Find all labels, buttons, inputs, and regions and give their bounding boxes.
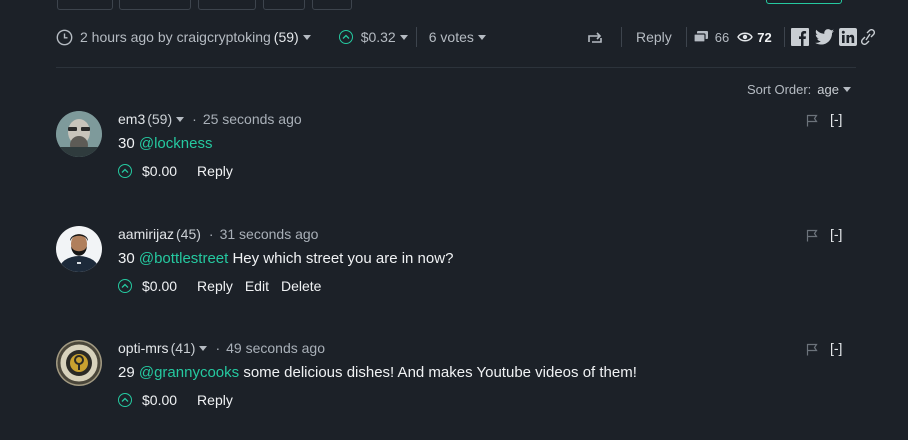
avatar[interactable]: [56, 111, 102, 157]
comments-icon[interactable]: [693, 30, 709, 44]
comment-body: 29 @grannycooks some delicious dishes! A…: [118, 364, 637, 381]
divider: [783, 27, 785, 47]
chevron-down-icon[interactable]: [302, 34, 311, 40]
delete-link[interactable]: Delete: [281, 278, 321, 294]
post-votes[interactable]: 6 votes: [429, 29, 474, 45]
comment-author[interactable]: aamirijaz: [118, 226, 174, 242]
avatar[interactable]: [56, 340, 102, 386]
views-count: 72: [757, 29, 772, 45]
comment-time[interactable]: 31 seconds ago: [220, 226, 319, 242]
flag-icon[interactable]: [806, 114, 818, 132]
mention-link[interactable]: @lockness: [139, 135, 213, 152]
comment-header: opti-mrs (41) · 49 seconds ago: [118, 340, 325, 356]
comment-body: 30 @bottlestreet Hey which street you ar…: [118, 250, 453, 267]
comment-body: 30 @lockness: [118, 135, 212, 152]
upvote-icon[interactable]: [118, 393, 132, 407]
comment-time[interactable]: 25 seconds ago: [203, 111, 302, 127]
post-time: 2 hours ago by: [80, 29, 173, 45]
collapse-toggle[interactable]: [-]: [830, 111, 842, 127]
comment-author[interactable]: em3: [118, 111, 145, 127]
linkedin-icon[interactable]: [838, 28, 857, 46]
comment: aamirijaz (45) · 31 seconds ago 30 @bott…: [56, 226, 856, 326]
comment-footer: $0.00 Reply Edit Delete: [118, 278, 321, 294]
tag-button[interactable]: [263, 0, 305, 10]
eye-icon: [737, 31, 754, 43]
facebook-icon[interactable]: [790, 28, 809, 46]
post-payout[interactable]: $0.32: [361, 29, 396, 45]
collapse-toggle[interactable]: [-]: [830, 226, 842, 242]
comment-author-rep: (59): [147, 111, 173, 127]
link-icon[interactable]: [860, 29, 875, 45]
comment-author[interactable]: opti-mrs: [118, 340, 169, 356]
chevron-down-icon[interactable]: [176, 116, 185, 122]
post-reply-link[interactable]: Reply: [636, 29, 672, 45]
clock-icon: [56, 29, 73, 46]
twitter-icon[interactable]: [814, 29, 834, 45]
comment-footer: $0.00 Reply: [118, 163, 233, 179]
mention-link[interactable]: @bottlestreet: [139, 250, 228, 267]
tag-button[interactable]: [312, 0, 352, 10]
mention-link[interactable]: @grannycooks: [139, 364, 239, 381]
chevron-down-icon[interactable]: [843, 86, 851, 92]
comment-author-rep: (41): [170, 340, 196, 356]
separator-dot: ·: [192, 111, 197, 127]
divider: [415, 27, 417, 47]
divider: [685, 27, 687, 47]
edit-link[interactable]: Edit: [245, 278, 269, 294]
collapse-toggle[interactable]: [-]: [830, 340, 842, 356]
follow-button[interactable]: [766, 0, 842, 4]
post-meta-left: 2 hours ago by craigcryptoking (59) $0.3…: [56, 27, 486, 47]
section-divider: [56, 67, 856, 68]
sort-label: Sort Order:: [747, 81, 812, 97]
comment-number: 29: [118, 364, 135, 381]
comment-number: 30: [118, 250, 135, 267]
comment-number: 30: [118, 135, 135, 152]
chevron-down-icon[interactable]: [477, 34, 486, 40]
avatar[interactable]: [56, 226, 102, 272]
reply-link[interactable]: Reply: [197, 278, 233, 294]
flag-icon[interactable]: [806, 229, 818, 247]
chevron-down-icon[interactable]: [399, 34, 408, 40]
post-author-rep: (59): [273, 29, 299, 45]
comment-text: Hey which street you are in now?: [232, 250, 454, 267]
reblog-icon[interactable]: [587, 30, 603, 44]
comment-text: some delicious dishes! And makes Youtube…: [243, 364, 637, 381]
comment-header: aamirijaz (45) · 31 seconds ago: [118, 226, 318, 242]
comment-author-rep: (45): [176, 226, 201, 242]
upvote-icon[interactable]: [118, 279, 132, 293]
separator-dot: ·: [215, 340, 221, 356]
comment-header: em3 (59) · 25 seconds ago: [118, 111, 302, 127]
comment-payout[interactable]: $0.00: [142, 278, 177, 294]
sort-order[interactable]: Sort Order: age: [747, 80, 851, 98]
flag-icon[interactable]: [806, 343, 818, 361]
divider: [621, 27, 622, 47]
separator-dot: ·: [208, 226, 214, 242]
comment-footer: $0.00 Reply: [118, 392, 233, 408]
sort-value[interactable]: age: [817, 82, 839, 97]
comment-payout[interactable]: $0.00: [142, 163, 177, 179]
reply-link[interactable]: Reply: [197, 392, 233, 408]
upvote-icon[interactable]: [118, 164, 132, 178]
reply-link[interactable]: Reply: [197, 163, 233, 179]
comment-payout[interactable]: $0.00: [142, 392, 177, 408]
upvote-icon[interactable]: [338, 30, 353, 44]
comment: opti-mrs (41) · 49 seconds ago 29 @grann…: [56, 340, 856, 440]
post-meta-right: Reply 66 72: [587, 27, 875, 47]
tag-button[interactable]: [57, 0, 113, 10]
comment-time[interactable]: 49 seconds ago: [226, 340, 325, 356]
comment: em3 (59) · 25 seconds ago 30 @lockness $…: [56, 111, 856, 211]
chevron-down-icon[interactable]: [199, 345, 208, 351]
post-author[interactable]: craigcryptoking: [177, 29, 271, 45]
tag-button[interactable]: [119, 0, 191, 10]
tag-button[interactable]: [198, 0, 256, 10]
comments-count: 66: [714, 29, 730, 45]
